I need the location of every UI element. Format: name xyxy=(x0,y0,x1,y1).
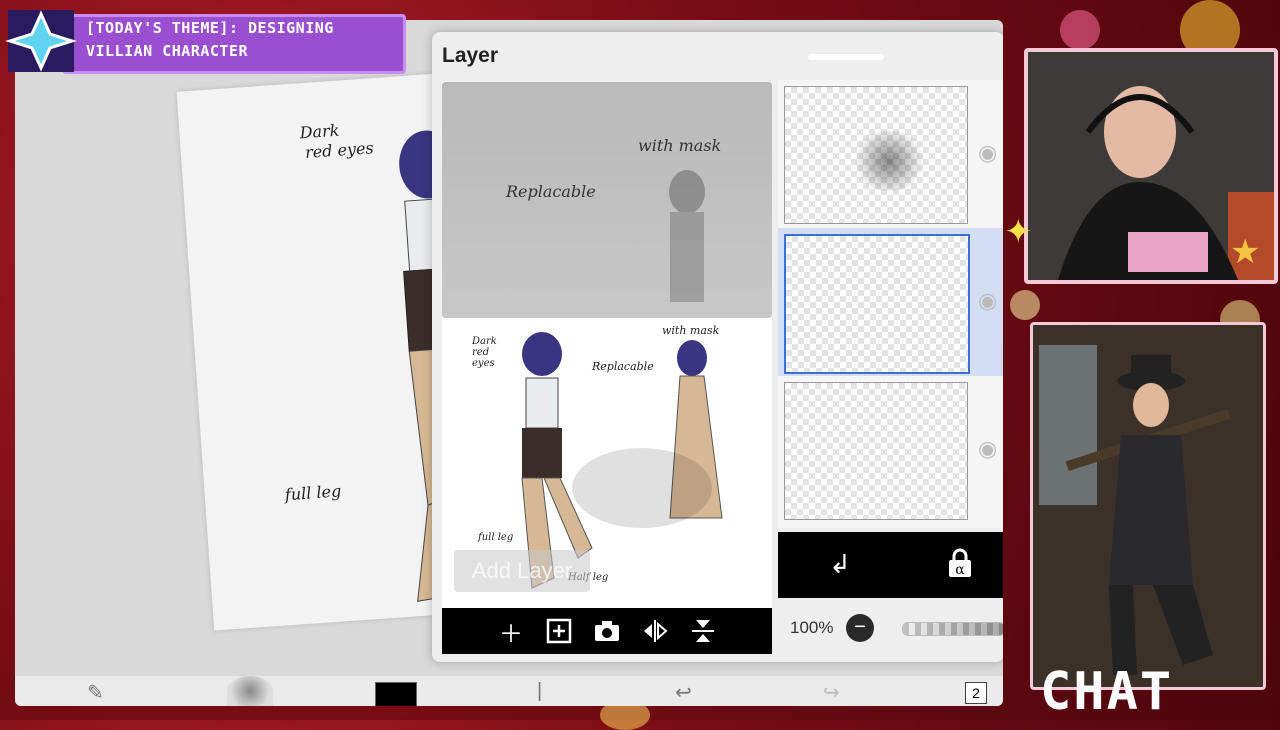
opacity-slider[interactable] xyxy=(902,622,1003,636)
steampunk-character xyxy=(1033,325,1263,687)
opacity-decrease-button[interactable]: − xyxy=(846,614,874,642)
color-swatch[interactable] xyxy=(375,682,417,706)
undo-icon[interactable]: ↩ xyxy=(675,680,692,705)
preview-note-with-mask: with mask xyxy=(662,324,720,337)
flip-horizontal-icon[interactable] xyxy=(641,617,669,645)
visibility-eye-icon[interactable]: ◉ xyxy=(978,436,1002,461)
visibility-eye-icon[interactable]: ◉ xyxy=(978,288,1002,313)
layer-panel: Layer Replacable with mask Dark red eyes xyxy=(432,32,1003,662)
camera-icon[interactable] xyxy=(593,617,621,645)
layer-row-1[interactable]: ◉ xyxy=(778,80,1003,228)
layer-thumbnail[interactable] xyxy=(784,382,968,520)
preview-sketch-dimmed xyxy=(669,170,705,302)
layer-divider-icon[interactable]: | xyxy=(537,680,542,703)
preview-note-dark-eyes: Dark red eyes xyxy=(472,336,497,369)
brush-size-preview[interactable] xyxy=(227,676,273,706)
layer-preview-dimmed: Replacable with mask xyxy=(442,82,772,318)
merge-down-icon[interactable]: ↲ xyxy=(824,548,856,580)
chat-label: CHAT xyxy=(1040,662,1174,722)
layer-preview-toolbar: ＋ xyxy=(442,608,772,654)
layer-thumbnail[interactable] xyxy=(784,234,970,374)
bottom-toolbar: ✎ | ↩ ↪ 2 xyxy=(15,676,1003,706)
redo-icon[interactable]: ↪ xyxy=(823,680,840,705)
star-icon: ★ xyxy=(1230,233,1261,271)
preview-note-full-leg: full leg xyxy=(478,532,514,543)
bokeh-light xyxy=(1010,290,1040,320)
sketch-note-legs: full leg xyxy=(284,481,342,505)
stream-theme-banner: [Today's Theme]: Designing Villian Chara… xyxy=(0,0,406,74)
flip-vertical-icon[interactable] xyxy=(689,617,717,645)
layer-panel-title: Layer xyxy=(442,44,499,67)
opacity-row: 100% − xyxy=(778,608,1003,648)
add-layer-icon[interactable] xyxy=(545,617,573,645)
opacity-value: 100% xyxy=(790,618,834,637)
layer-action-bar: ↲ α xyxy=(778,532,1003,598)
page-count-button[interactable]: 2 xyxy=(965,682,987,704)
alpha-lock-label: α xyxy=(955,562,965,578)
bokeh-light xyxy=(1060,10,1100,50)
sparkle-icon xyxy=(5,10,77,72)
preview-note-replacable: Replacable xyxy=(592,360,654,373)
alpha-lock-icon[interactable]: α xyxy=(944,548,976,580)
layer-list: ◉ ◉ ◉ xyxy=(778,80,1003,528)
banner-line-1: [Today's Theme]: Designing xyxy=(86,19,334,37)
banner-line-2: Villian Character xyxy=(86,42,249,60)
layer-row-3[interactable]: ◉ xyxy=(778,376,1003,524)
add-layer-hint[interactable]: Add Layer xyxy=(454,550,590,592)
panel-drag-handle[interactable] xyxy=(808,54,884,60)
character-reference-image xyxy=(1030,322,1266,690)
brush-tool-icon[interactable]: ✎ xyxy=(87,680,104,705)
plus-icon[interactable]: ＋ xyxy=(497,617,525,648)
layer-row-2[interactable]: ◉ xyxy=(778,228,1003,376)
opacity-slider-fill xyxy=(903,623,1003,635)
visibility-eye-icon[interactable]: ◉ xyxy=(978,140,1002,165)
layer-thumbnail[interactable] xyxy=(784,86,968,224)
star-icon: ✦ xyxy=(1004,213,1033,251)
layer-preview-canvas[interactable]: Dark red eyes Replacable with mask full … xyxy=(442,318,772,608)
drawing-app-window: Dark red eyes full leg Ho ✎ | ↩ ↪ 2 Laye… xyxy=(15,20,1003,706)
